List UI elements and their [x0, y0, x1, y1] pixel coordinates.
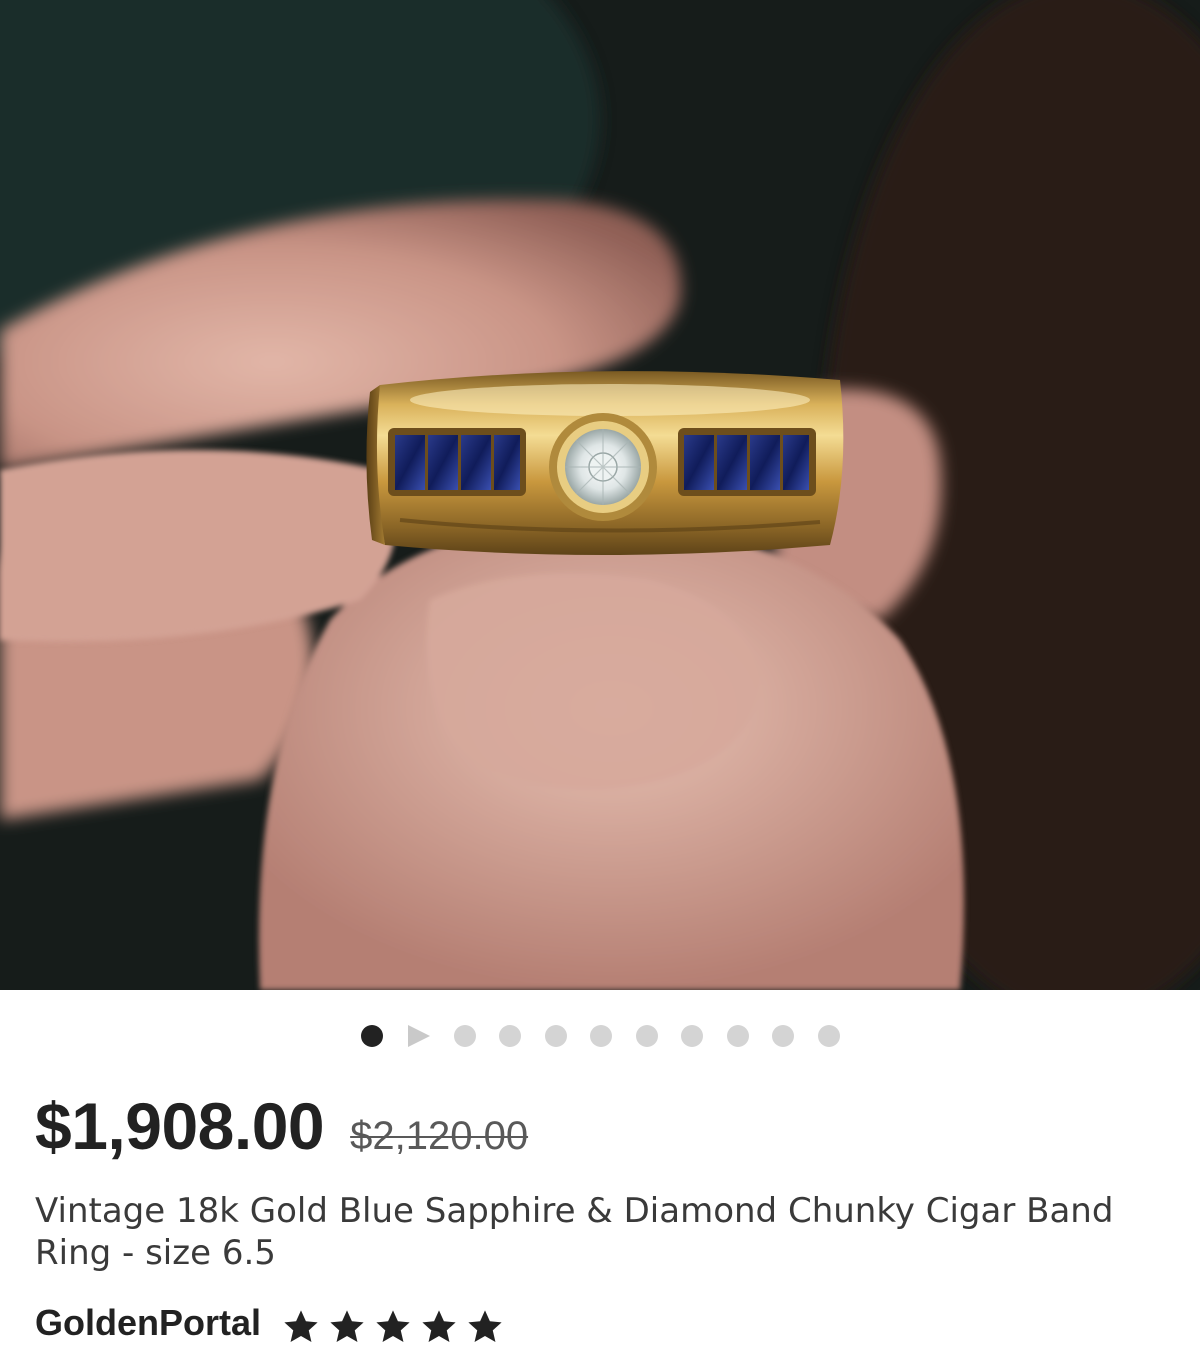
carousel-dot[interactable]: [544, 1025, 567, 1047]
carousel-dot[interactable]: [817, 1025, 840, 1047]
star-icon: [284, 1310, 318, 1343]
carousel-dot[interactable]: [499, 1025, 521, 1047]
carousel-indicator: [0, 1024, 1200, 1048]
ring-photo-illustration: [0, 0, 1200, 990]
carousel-dot[interactable]: [681, 1025, 703, 1047]
product-photo[interactable]: [0, 0, 1200, 990]
carousel-dot[interactable]: [590, 1025, 612, 1047]
star-icon: [468, 1310, 502, 1343]
star-icon: [422, 1310, 456, 1343]
carousel-dot[interactable]: [635, 1025, 658, 1047]
shop-row: GoldenPortal: [35, 1300, 505, 1346]
price-row: $1,908.00 $2,120.00: [35, 1088, 528, 1164]
video-slide-play-icon[interactable]: [408, 1025, 430, 1047]
star-icon: [376, 1310, 410, 1343]
shop-name-link[interactable]: GoldenPortal: [35, 1302, 261, 1344]
carousel-dot[interactable]: [453, 1025, 476, 1047]
carousel-dot-active[interactable]: [360, 1025, 383, 1047]
sale-price: $1,908.00: [35, 1089, 325, 1163]
carousel-dot[interactable]: [772, 1025, 794, 1047]
star-icon: [330, 1310, 364, 1343]
shop-rating[interactable]: [281, 1308, 505, 1346]
carousel-dot[interactable]: [726, 1025, 749, 1047]
listing-title[interactable]: Vintage 18k Gold Blue Sapphire & Diamond…: [35, 1190, 1165, 1274]
original-price: $2,120.00: [350, 1114, 529, 1158]
